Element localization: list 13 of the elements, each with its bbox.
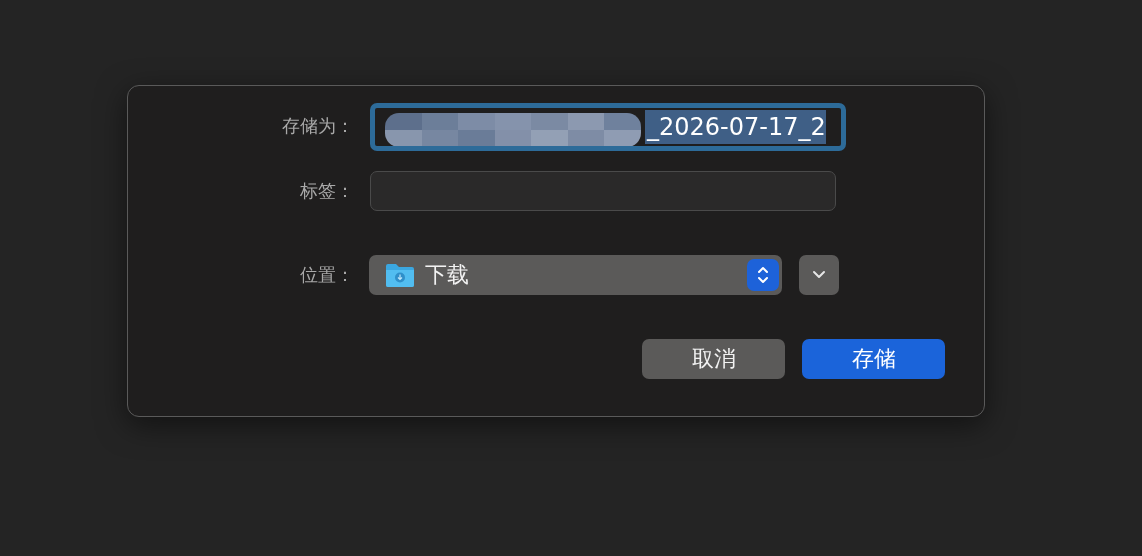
save-button[interactable]: 存储 — [802, 339, 945, 379]
file-name-text: _2026-07-17_2 — [645, 110, 826, 144]
location-popup[interactable]: 下载 — [369, 255, 782, 295]
tags-field[interactable] — [370, 171, 836, 211]
file-name-field[interactable]: _2026-07-17_2 — [370, 103, 846, 151]
stepper-icon — [747, 259, 779, 291]
location-label: 位置： — [299, 263, 354, 287]
cancel-button[interactable]: 取消 — [642, 339, 785, 379]
chevron-down-icon — [812, 270, 826, 280]
tags-label: 标签： — [299, 179, 354, 203]
save-as-label: 存储为： — [281, 114, 354, 138]
download-folder-icon — [385, 262, 415, 288]
expand-button[interactable] — [799, 255, 839, 295]
